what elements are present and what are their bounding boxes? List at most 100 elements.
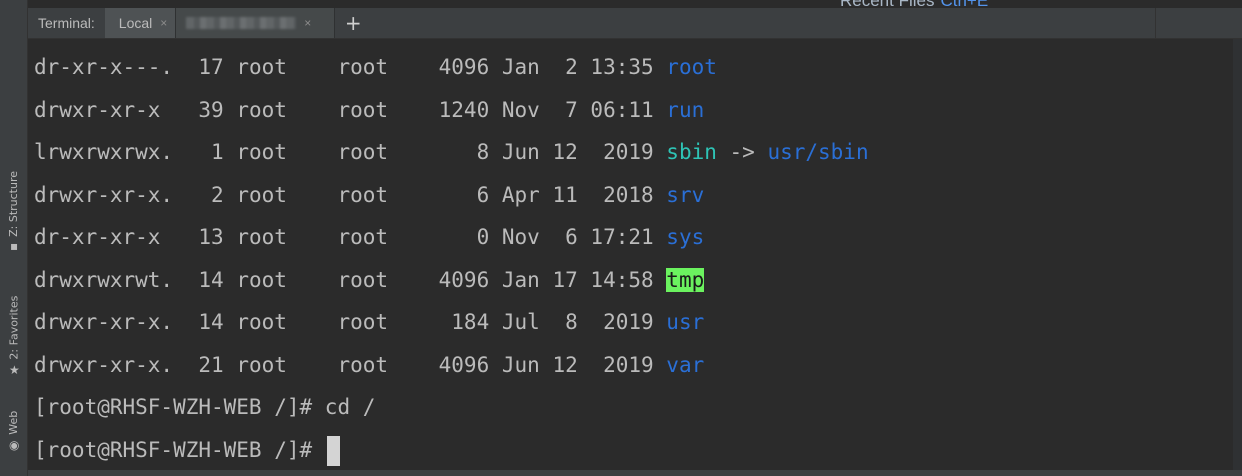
file-permissions: lrwxrwxrwx. [34,140,174,164]
file-permissions: drwxr-xr-x. [34,310,174,334]
file-size: 1240 [438,97,490,122]
tab-redacted-session[interactable]: × [176,8,336,38]
favorites-tool-button[interactable]: ★ 2: Favorites [0,285,27,385]
file-month: Nov [501,225,540,249]
close-icon[interactable]: × [304,16,311,30]
link-count: 2 [198,182,224,207]
tabbar-separator [1155,8,1156,38]
file-permissions: drwxrwxrwt. [34,267,174,292]
tab-local[interactable]: Local × [104,8,177,38]
listing-row: dr-xr-x---. 17 root root 4096 Jan 2 13:3… [34,51,717,83]
file-group: root [337,182,389,207]
file-group: root [337,310,389,334]
listing-row: drwxr-xr-x 39 root root 1240 Nov 7 06:11… [34,94,704,126]
listing-row: drwxrwxrwt. 14 root root 4096 Jan 17 14:… [34,264,705,296]
file-group: root [337,225,389,249]
file-time: 2019 [590,352,654,377]
bottom-tool-bar [28,470,1242,476]
shell-command: cd / [324,395,376,419]
file-day: 6 [552,225,578,249]
file-month: Jan [501,55,540,79]
file-day: 11 [552,182,578,207]
file-day: 2 [552,55,578,79]
file-time: 17:21 [590,225,654,249]
editor-top-strip: Recent Files Ctrl+E [28,0,1242,10]
file-owner: root [236,310,287,334]
file-size: 4096 [438,55,490,79]
prompt-line: [root@RHSF-WZH-WEB /]# [34,434,340,466]
globe-icon: ◉ [8,437,19,452]
new-session-button[interactable]: + [335,8,371,38]
link-count: 13 [198,225,224,249]
terminal-scrollbar[interactable] [1233,39,1242,472]
file-owner: root [236,352,287,377]
file-time: 14:58 [590,267,654,292]
symlink-arrow: -> [716,140,768,164]
file-size: 8 [438,140,490,164]
link-count: 14 [198,267,224,292]
terminal-output[interactable]: dr-xr-x---. 17 root root 4096 Jan 2 13:3… [28,39,1242,472]
file-day: 12 [552,140,578,164]
file-owner: root [236,140,287,164]
file-size: 0 [438,225,490,249]
symlink-target: usr/sbin [767,140,869,164]
file-group: root [337,267,389,292]
file-size: 4096 [438,267,490,292]
structure-tool-button[interactable]: ▪ Z: Structure [0,160,27,260]
link-count: 17 [198,55,224,79]
file-day: 7 [552,97,578,122]
ide-window: Recent Files Ctrl+E ▪ Z: Structure ★ 2: F… [0,0,1242,476]
star-icon: ★ [8,362,19,377]
file-time: 06:11 [590,97,654,122]
web-tool-button[interactable]: ◉ Web [0,400,27,460]
file-month: Jun [501,352,540,377]
file-month: Nov [501,97,540,122]
file-permissions: dr-xr-x---. [34,55,174,79]
link-count: 21 [198,352,224,377]
file-month: Apr [501,182,540,207]
redacted-tab-label [186,17,297,29]
file-name: srv [666,182,705,207]
file-name: sbin [666,140,717,164]
terminal-tab-bar: Terminal: Local × × + [28,8,1242,39]
file-owner: root [236,225,287,249]
file-group: root [337,352,389,377]
file-name: run [666,97,705,122]
tab-local-label: Local [118,15,153,31]
structure-tool-label: Z: Structure [7,170,20,237]
file-owner: root [236,267,287,292]
file-day: 8 [552,310,578,334]
listing-row: dr-xr-xr-x 13 root root 0 Nov 6 17:21 sy… [34,221,704,253]
favorites-tool-label: 2: Favorites [7,295,20,360]
file-permissions: drwxr-xr-x. [34,352,174,377]
shell-prompt: [root@RHSF-WZH-WEB /]# [34,395,325,419]
file-time: 13:35 [590,55,654,79]
file-owner: root [236,55,287,79]
file-size: 184 [438,310,490,334]
file-size: 6 [438,182,490,207]
listing-row: lrwxrwxrwx. 1 root root 8 Jun 12 2019 sb… [34,136,869,168]
file-group: root [337,140,389,164]
link-count: 39 [198,97,224,122]
file-time: 2018 [590,182,654,207]
file-group: root [337,55,389,79]
file-permissions: dr-xr-xr-x [34,225,174,249]
close-icon[interactable]: × [160,16,167,30]
shell-prompt: [root@RHSF-WZH-WEB /]# [34,437,325,462]
file-owner: root [236,182,287,207]
file-name: var [666,352,705,377]
left-tool-stripe: ▪ Z: Structure ★ 2: Favorites ◉ Web [0,0,28,476]
file-name: root [666,55,717,79]
link-count: 14 [198,310,224,334]
file-name: usr [666,310,705,334]
listing-row: drwxr-xr-x. 2 root root 6 Apr 11 2018 sr… [34,179,704,211]
terminal-title: Terminal: [38,15,95,31]
web-tool-label: Web [7,410,20,435]
file-name: sys [666,225,705,249]
file-month: Jun [501,140,540,164]
file-permissions: drwxr-xr-x [34,97,174,122]
file-owner: root [236,97,287,122]
structure-icon: ▪ [9,238,18,253]
file-time: 2019 [590,310,654,334]
terminal-cursor [326,435,340,466]
